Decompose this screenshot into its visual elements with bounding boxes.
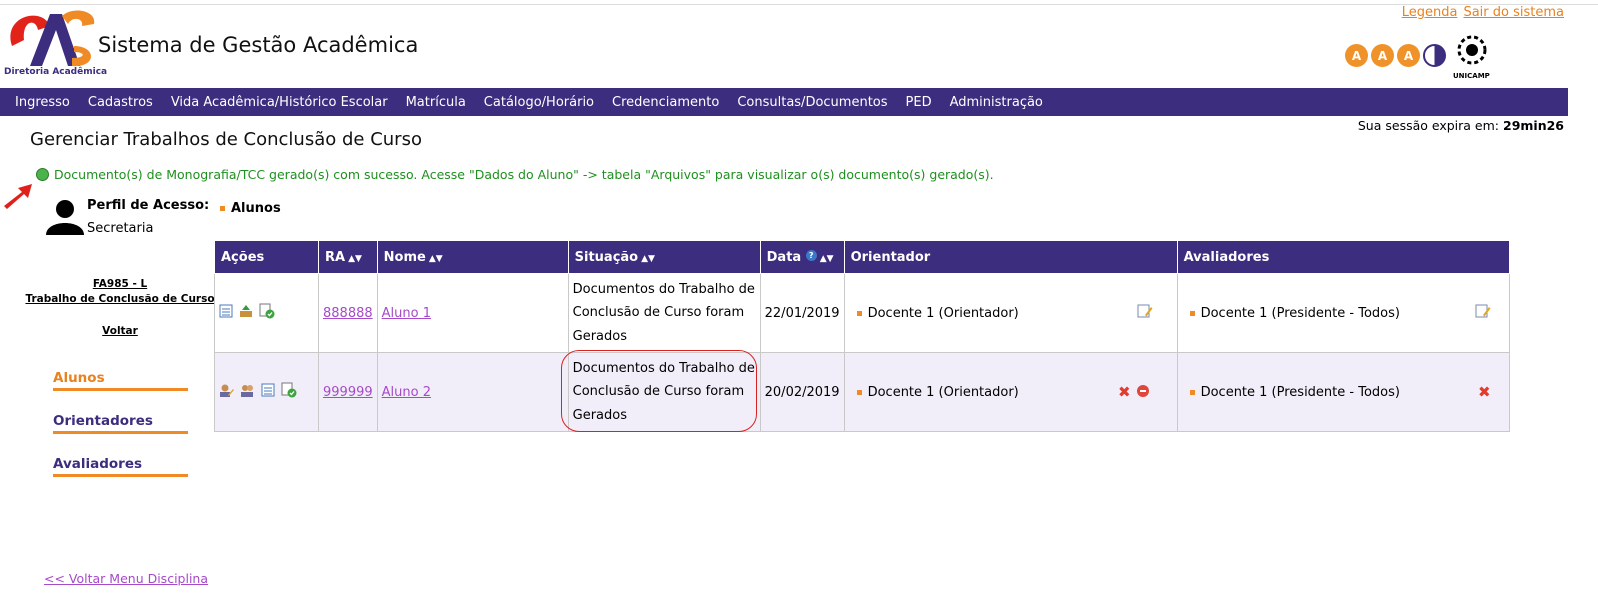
logo-caption: Diretoria Acadêmica: [4, 67, 108, 77]
profile-label: Perfil de Acesso:: [87, 198, 210, 213]
user-edit-icon[interactable]: [219, 383, 234, 402]
bullet-icon: [856, 310, 862, 316]
col-data[interactable]: Data ? ▲▼: [759, 240, 845, 274]
side-nav-avaliadores[interactable]: Avaliadores: [53, 456, 188, 477]
top-links: Legenda Sair do sistema: [1396, 5, 1564, 20]
unicamp-label: UNICAMP: [1453, 72, 1490, 80]
menu-catalogo-horario[interactable]: Catálogo/Horário: [484, 95, 594, 110]
legend-link[interactable]: Legenda: [1402, 5, 1458, 20]
student-name-link[interactable]: Aluno 2: [382, 385, 431, 400]
students-table: Ações RA ▲▼ Nome ▲▼ Situação ▲▼ Data ? ▲▼ Or…: [214, 240, 1510, 432]
session-value: 29min26: [1503, 118, 1564, 133]
success-message: Documento(s) de Monografia/TCC gerado(s)…: [36, 167, 994, 182]
section-heading: Alunos: [220, 201, 281, 216]
font-default-button[interactable]: A: [1371, 44, 1394, 67]
page-title: Gerenciar Trabalhos de Conclusão de Curs…: [30, 129, 422, 150]
accessibility-controls: A A A: [1345, 44, 1446, 67]
section-heading-text: Alunos: [231, 201, 281, 216]
bullet-icon: [1189, 389, 1195, 395]
avaliador-name: Docente 1 (Presidente - Todos): [1200, 384, 1400, 400]
menu-consultas-documentos[interactable]: Consultas/Documentos: [737, 95, 887, 110]
menu-ped[interactable]: PED: [906, 95, 932, 110]
discipline-name-link[interactable]: Trabalho de Conclusão de Curso: [0, 293, 240, 305]
sort-icon: ▲▼: [428, 253, 443, 264]
upload-icon[interactable]: [239, 304, 253, 322]
check-icon: [36, 168, 49, 181]
profile-value: Secretaria: [87, 221, 154, 236]
bullet-icon: [1189, 310, 1195, 316]
avaliadores-cell: Docente 1 (Presidente - Todos): [1176, 273, 1510, 353]
main-menu: Ingresso Cadastros Vida Acadêmica/Histór…: [0, 88, 1568, 116]
data-cell: 20/02/2019: [759, 352, 845, 432]
session-timer: Sua sessão expira em: 29min26: [1358, 118, 1564, 133]
sort-icon: ▲▼: [641, 253, 655, 264]
menu-ingresso[interactable]: Ingresso: [15, 95, 70, 110]
situacao-cell: Documentos do Trabalho de Conclusão de C…: [567, 273, 761, 353]
col-nome[interactable]: Nome ▲▼: [376, 240, 569, 274]
data-cell: 22/01/2019: [759, 273, 845, 353]
logout-link[interactable]: Sair do sistema: [1463, 5, 1564, 20]
help-icon[interactable]: ?: [805, 249, 817, 261]
remove-icon[interactable]: ✖: [1118, 383, 1131, 401]
ra-cell: 999999: [318, 352, 378, 432]
row-actions: [214, 352, 319, 432]
users-edit-icon[interactable]: [240, 383, 255, 402]
orientador-cell: Docente 1 (Orientador): [843, 273, 1178, 353]
sort-icon: ▲▼: [819, 253, 834, 264]
menu-cadastros[interactable]: Cadastros: [88, 95, 153, 110]
font-increase-button[interactable]: A: [1397, 44, 1420, 67]
col-ra[interactable]: RA ▲▼: [318, 240, 378, 274]
bullet-icon: [220, 206, 225, 211]
row-actions: [214, 273, 319, 353]
view-details-icon[interactable]: [261, 383, 275, 401]
nome-cell: Aluno 2: [376, 352, 569, 432]
bullet-icon: [856, 389, 862, 395]
table-row: 888888 Aluno 1 Documentos do Trabalho de…: [214, 273, 1510, 353]
orientador-name: Docente 1 (Orientador): [867, 305, 1019, 321]
generate-documents-icon[interactable]: [259, 303, 275, 323]
block-icon[interactable]: [1136, 385, 1149, 397]
side-nav-orientadores[interactable]: Orientadores: [53, 413, 188, 434]
student-name-link[interactable]: Aluno 1: [382, 306, 431, 321]
menu-administracao[interactable]: Administração: [950, 95, 1043, 110]
back-link[interactable]: Voltar: [0, 325, 240, 337]
view-details-icon[interactable]: [219, 304, 233, 322]
orientador-name: Docente 1 (Orientador): [867, 384, 1019, 400]
generate-documents-icon[interactable]: [281, 382, 297, 402]
session-label: Sua sessão expira em:: [1357, 118, 1500, 133]
sort-icon: ▲▼: [348, 253, 362, 264]
red-arrow-icon: [4, 184, 32, 209]
remove-icon[interactable]: ✖: [1478, 383, 1491, 401]
nome-cell: Aluno 1: [376, 273, 569, 353]
user-icon: [46, 200, 84, 235]
col-situacao[interactable]: Situação ▲▼: [567, 240, 761, 274]
ra-link[interactable]: 999999: [323, 385, 373, 400]
side-nav: Alunos Orientadores Avaliadores: [53, 370, 188, 499]
menu-vida-academica[interactable]: Vida Acadêmica/Histórico Escolar: [171, 95, 388, 110]
discipline-code-link[interactable]: FA985 - L: [0, 278, 240, 290]
menu-credenciamento[interactable]: Credenciamento: [612, 95, 719, 110]
col-avaliadores: Avaliadores: [1176, 240, 1510, 274]
col-acoes: Ações: [214, 240, 319, 274]
avaliadores-cell: Docente 1 (Presidente - Todos) ✖: [1176, 352, 1510, 432]
discipline-links: FA985 - L Trabalho de Conclusão de Curso…: [0, 278, 240, 337]
situacao-cell: Documentos do Trabalho de Conclusão de C…: [567, 352, 761, 432]
contrast-toggle-icon[interactable]: [1423, 44, 1446, 67]
avaliador-name: Docente 1 (Presidente - Todos): [1200, 305, 1400, 321]
top-border: [0, 0, 1598, 5]
menu-matricula[interactable]: Matrícula: [406, 95, 466, 110]
success-text: Documento(s) de Monografia/TCC gerado(s)…: [54, 167, 994, 182]
ra-cell: 888888: [318, 273, 378, 353]
back-to-discipline-menu-link[interactable]: << Voltar Menu Disciplina: [44, 571, 208, 586]
system-title: Sistema de Gestão Acadêmica: [98, 33, 419, 57]
table-row: 999999 Aluno 2 Documentos do Trabalho de…: [214, 352, 1510, 432]
side-nav-alunos[interactable]: Alunos: [53, 370, 188, 391]
orientador-cell: Docente 1 (Orientador) ✖: [843, 352, 1178, 432]
col-orientador: Orientador: [843, 240, 1178, 274]
ra-link[interactable]: 888888: [323, 306, 373, 321]
edit-icon[interactable]: [1137, 303, 1153, 323]
edit-icon[interactable]: [1475, 303, 1491, 323]
font-decrease-button[interactable]: A: [1345, 44, 1368, 67]
